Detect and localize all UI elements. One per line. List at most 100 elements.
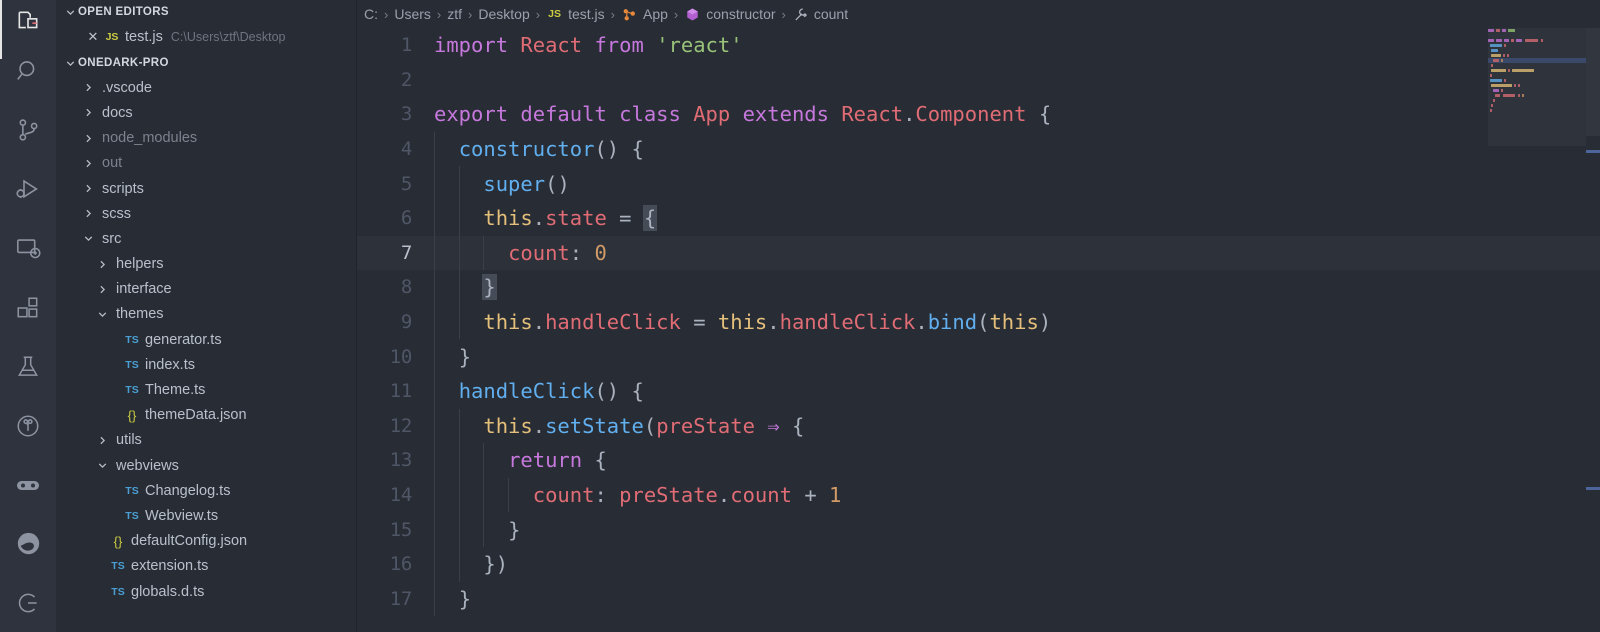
code-line[interactable]: 16 }) xyxy=(356,546,1600,582)
tree-file-changelog-ts[interactable]: TS Changelog.ts xyxy=(56,478,356,503)
breadcrumb-item-desktop[interactable]: Desktop xyxy=(478,6,529,22)
beaker-icon xyxy=(15,354,41,380)
ts-file-icon: TS xyxy=(125,484,139,497)
code-line[interactable]: 8 } xyxy=(356,270,1600,305)
activity-item-explorer[interactable] xyxy=(0,0,56,59)
code-line[interactable]: 13 return { xyxy=(356,443,1600,478)
code-line[interactable]: 15 } xyxy=(356,512,1600,547)
indent-guide xyxy=(434,581,435,617)
tree-file-index-ts[interactable]: TS index.ts xyxy=(56,352,356,377)
breadcrumb-item-count[interactable]: count xyxy=(792,6,848,23)
section-open-editors[interactable]: Open Editors xyxy=(56,0,356,24)
code-line[interactable]: 6 this.state = { xyxy=(356,200,1600,236)
code-line[interactable]: 7 count: 0 xyxy=(356,235,1600,271)
line-number: 5 xyxy=(400,172,412,195)
indent-guide xyxy=(483,443,485,478)
json-file-icon: {} xyxy=(113,533,123,549)
breadcrumb-item-ztf[interactable]: ztf xyxy=(447,6,462,22)
tree-folder-src[interactable]: src xyxy=(56,226,356,251)
code-text: this.handleClick = this.handleClick.bind… xyxy=(483,310,1052,335)
activity-item-remote-explorer[interactable] xyxy=(0,219,56,278)
code-text: }) xyxy=(483,552,509,577)
code-line[interactable]: 14 count: preState.count + 1 xyxy=(356,477,1600,513)
editor-scrollbar[interactable] xyxy=(1586,28,1600,136)
breadcrumb-item-users[interactable]: Users xyxy=(394,6,431,22)
breadcrumb-item-c[interactable]: C: xyxy=(364,6,378,22)
section-workspace-root[interactable]: Onedark-pro xyxy=(56,51,356,75)
code-text: import React from 'react' xyxy=(434,33,743,58)
activity-item-gitlens[interactable] xyxy=(0,573,56,632)
class-icon xyxy=(621,6,638,23)
tree-file-themedata-json[interactable]: {} themeData.json xyxy=(56,403,356,428)
tree-folder-helpers[interactable]: helpers xyxy=(56,252,356,277)
code-editor[interactable]: 1 import React from 'react' 2 3 export defau… xyxy=(356,28,1600,632)
activity-item-extensions[interactable] xyxy=(0,278,56,337)
tree-folder-interface[interactable]: interface xyxy=(56,277,356,302)
tree-folder--vscode[interactable]: .vscode xyxy=(56,75,356,100)
tree-folder-utils[interactable]: utils xyxy=(56,428,356,453)
indent-guide xyxy=(434,131,435,167)
tree-folder-webviews[interactable]: webviews xyxy=(56,453,356,478)
activity-item-run-and-debug[interactable] xyxy=(0,160,56,219)
code-line[interactable]: 4 constructor() { xyxy=(356,131,1600,167)
indent-guide xyxy=(434,546,435,582)
breadcrumb-separator: › xyxy=(673,6,679,22)
tree-folder-scss[interactable]: scss xyxy=(56,201,356,226)
code-line[interactable]: 2 xyxy=(356,63,1600,98)
breadcrumb-label: App xyxy=(643,6,668,22)
tree-file-theme-ts[interactable]: TS Theme.ts xyxy=(56,377,356,402)
source-control-icon xyxy=(15,117,42,144)
tree-folder-docs[interactable]: docs xyxy=(56,100,356,125)
breadcrumb-item-constructor[interactable]: constructor xyxy=(684,6,776,23)
code-line[interactable]: 5 super() xyxy=(356,166,1600,201)
tree-folder-themes[interactable]: themes xyxy=(56,302,356,327)
indent-guide xyxy=(458,408,460,444)
indent-guide xyxy=(458,512,460,547)
activity-item-timeline[interactable] xyxy=(0,396,56,455)
tree-folder-scripts[interactable]: scripts xyxy=(56,176,356,201)
line-number: 1 xyxy=(400,34,412,57)
code-text: super() xyxy=(483,171,570,196)
activity-item-search[interactable] xyxy=(0,42,56,101)
code-line[interactable]: 12 this.setState(preState ⇒ { xyxy=(356,408,1600,444)
code-line[interactable]: 17 } xyxy=(356,581,1600,617)
activity-item-source-control[interactable] xyxy=(0,101,56,160)
code-text: } xyxy=(458,344,472,369)
activity-item-browser-preview[interactable] xyxy=(0,514,56,573)
code-line[interactable]: 3 export default class App extends React.… xyxy=(356,97,1600,132)
tree-item-label: themeData.json xyxy=(145,407,247,424)
activity-item-gamepad[interactable] xyxy=(0,455,56,514)
open-editor-item[interactable]: ✕ JS test.js C:\Users\ztf\Desktop xyxy=(56,24,356,49)
indent-guide xyxy=(434,235,435,271)
code-line[interactable]: 10 } xyxy=(356,339,1600,374)
code-line[interactable]: 9 this.handleClick = this.handleClick.bi… xyxy=(356,304,1600,340)
tree-folder-out[interactable]: out xyxy=(56,151,356,176)
indent-guide xyxy=(483,477,485,513)
activity-item-testing[interactable] xyxy=(0,337,56,396)
breadcrumb-item-app[interactable]: App xyxy=(621,6,668,23)
tree-file-extension-ts[interactable]: TS extension.ts xyxy=(56,554,356,579)
code-line[interactable]: 11 handleClick() { xyxy=(356,373,1600,409)
breadcrumb-item-testjs[interactable]: JS test.js xyxy=(546,6,605,23)
code-line[interactable]: 1 import React from 'react' xyxy=(356,28,1600,63)
code-text: } xyxy=(458,586,472,611)
close-icon[interactable]: ✕ xyxy=(84,28,102,46)
breadcrumb-label: ztf xyxy=(447,6,463,22)
chevron-right-icon xyxy=(94,256,110,272)
chevron-right-icon xyxy=(80,105,96,121)
breadcrumb-label: Desktop xyxy=(478,6,530,22)
remote-icon xyxy=(15,235,42,262)
chevron-right-icon xyxy=(80,80,96,96)
breadcrumb-separator: › xyxy=(436,6,442,22)
tree-folder-node-modules[interactable]: node_modules xyxy=(56,126,356,151)
tree-file-defaultconfig-json[interactable]: {} defaultConfig.json xyxy=(56,529,356,554)
tree-file-generator-ts[interactable]: TS generator.ts xyxy=(56,327,356,352)
line-number: 15 xyxy=(389,518,413,541)
minimap-viewport-slider[interactable] xyxy=(1488,28,1586,146)
sidebar-explorer: Open Editors ✕ JS test.js C:\Users\ztf\D… xyxy=(56,0,356,632)
indent-guide xyxy=(458,477,460,513)
indent-guide xyxy=(434,408,435,444)
tree-file-webview-ts[interactable]: TS Webview.ts xyxy=(56,503,356,528)
edge-browser-icon xyxy=(15,530,42,557)
tree-file-globals-d-ts[interactable]: TS globals.d.ts xyxy=(56,579,356,604)
